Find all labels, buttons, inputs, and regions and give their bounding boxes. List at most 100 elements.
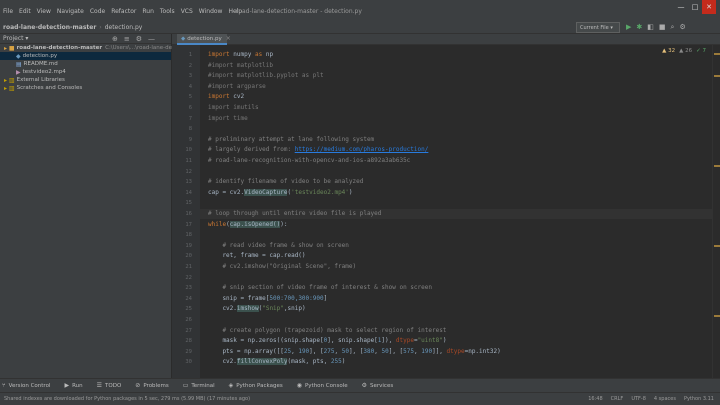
- code-line[interactable]: 19 # read video frame & show on screen: [185, 241, 712, 251]
- collapse-all-icon[interactable]: ≡: [124, 35, 130, 43]
- code-token: "uint8": [417, 337, 443, 345]
- code-line[interactable]: 23 # snip section of video frame of inte…: [185, 283, 712, 293]
- code-line[interactable]: 29 pts = np.array([[25, 190], [275, 50],…: [185, 347, 712, 357]
- code-editor[interactable]: 1 import numpy as np 2 #import matplotlib 3 #…: [172, 45, 712, 378]
- toolwindow-problems[interactable]: ⊘ Problems: [133, 382, 168, 389]
- inspection-widget[interactable]: ▲ 32 ▲ 26 ✓ 7: [662, 48, 706, 54]
- code-token: ):: [280, 220, 288, 228]
- code-area[interactable]: 1 import numpy as np 2 #import matplotlib 3 #…: [185, 45, 712, 378]
- line-separator[interactable]: CRLF: [611, 396, 624, 402]
- code-line[interactable]: 13 # identify filename of video to be ana…: [185, 177, 712, 187]
- tree-item-label: road-lane-detection-master: [16, 45, 103, 51]
- breadcrumb-project[interactable]: road-lane-detection-master: [0, 24, 96, 31]
- menu-view[interactable]: View: [34, 8, 54, 15]
- line-number: 29: [185, 348, 192, 355]
- toolwindow-services[interactable]: ⚙ Services: [360, 382, 394, 389]
- menu-window[interactable]: Window: [196, 8, 226, 15]
- code-line[interactable]: 24 snip = frame[500:700,300:900]: [185, 294, 712, 304]
- options-icon[interactable]: ⚙: [136, 35, 142, 43]
- menu-refactor[interactable]: Refactor: [108, 8, 139, 15]
- menu-run[interactable]: Run: [139, 8, 157, 15]
- menu-tools[interactable]: Tools: [157, 8, 178, 15]
- code-line[interactable]: 21 # cv2.imshow("Original Scene", frame): [185, 262, 712, 272]
- maximize-icon[interactable]: □: [688, 0, 702, 14]
- code-token: cap.isOpened(): [229, 220, 281, 228]
- tab-detection-py[interactable]: ◆ detection.py ×: [177, 34, 231, 45]
- tree-item-detection-py[interactable]: ◆ detection.py: [0, 52, 171, 60]
- minimize-icon[interactable]: —: [674, 0, 688, 14]
- code-line[interactable]: 5 import cv2: [189, 92, 712, 102]
- menu-navigate[interactable]: Navigate: [54, 8, 87, 15]
- code-line[interactable]: 4 #import argparse: [189, 82, 712, 92]
- search-icon[interactable]: ⌕: [671, 23, 675, 32]
- code-line[interactable]: 9 # preliminary attempt at lane following…: [189, 135, 712, 145]
- run-icon[interactable]: ▶: [626, 23, 631, 32]
- code-token: 275: [323, 347, 335, 355]
- file-encoding[interactable]: UTF-8: [631, 396, 646, 402]
- code-token: # create polygon (trapezoid) mask to sel…: [208, 326, 447, 334]
- locate-icon[interactable]: ⊕: [112, 35, 118, 43]
- hide-icon[interactable]: —: [148, 35, 155, 43]
- toolwindow-version-control[interactable]: ⑂ Version Control: [0, 382, 50, 389]
- code-text: import cv2: [208, 92, 244, 102]
- menu-file[interactable]: File: [0, 8, 16, 15]
- code-line[interactable]: 10 # largely derived from: https://medium…: [185, 145, 712, 155]
- code-line[interactable]: 7 import time: [189, 114, 712, 124]
- tab-close-icon[interactable]: ×: [226, 35, 231, 42]
- breadcrumb-file[interactable]: detection.py: [105, 24, 143, 31]
- run-configuration-dropdown[interactable]: Current File ▾: [576, 22, 620, 33]
- tree-item-readme-md[interactable]: ▤ README.md: [0, 60, 171, 68]
- project-view-dropdown[interactable]: Project ▾: [3, 35, 28, 42]
- tree-item-testvideo2-mp4[interactable]: ▶ testvideo2.mp4: [0, 68, 171, 76]
- code-line[interactable]: 28 mask = np.zeros((snip.shape[0], snip.…: [185, 336, 712, 346]
- menu-vcs[interactable]: VCS: [178, 8, 196, 15]
- code-line[interactable]: 15: [185, 198, 712, 208]
- code-line[interactable]: 12: [185, 167, 712, 177]
- toolwindow-todo[interactable]: ☰ TODO: [95, 382, 122, 389]
- code-token: # snip section of video frame of interes…: [208, 284, 432, 292]
- toolwindow-run[interactable]: ▶ Run: [62, 382, 82, 389]
- code-line[interactable]: 25 cv2.imshow("Snip",snip): [185, 304, 712, 314]
- stop-icon[interactable]: ■: [659, 23, 666, 32]
- code-line[interactable]: 8: [189, 124, 712, 134]
- code-line[interactable]: 6 import imutils: [189, 103, 712, 113]
- code-token: 50: [341, 347, 349, 355]
- menu-edit[interactable]: Edit: [16, 8, 34, 15]
- python-interpreter[interactable]: Python 3.11: [684, 396, 714, 402]
- indent-setting[interactable]: 4 spaces: [654, 396, 676, 402]
- code-line[interactable]: 27 # create polygon (trapezoid) mask to …: [185, 326, 712, 336]
- code-token: VideoCapture: [244, 188, 288, 196]
- code-line[interactable]: 26: [185, 315, 712, 325]
- code-line[interactable]: 3 #import matplotlib.pyplot as plt: [189, 71, 712, 81]
- code-line[interactable]: 30 cv2.fillConvexPoly(mask, pts, 255): [185, 357, 712, 367]
- code-line[interactable]: 18: [185, 230, 712, 240]
- line-number: 10: [185, 147, 192, 154]
- settings-icon[interactable]: ⚙: [679, 23, 685, 32]
- code-line[interactable]: 16 # loop through until entire video file…: [185, 209, 712, 219]
- tree-item-label: Scratches and Consoles: [16, 85, 83, 91]
- toolwindow-python-console[interactable]: ◉ Python Console: [295, 382, 348, 389]
- toolwindow-python-packages[interactable]: ◈ Python Packages: [227, 382, 283, 389]
- code-line[interactable]: 14 cap = cv2.VideoCapture('testvideo2.mp4…: [185, 188, 712, 198]
- code-token: 255: [330, 358, 342, 366]
- code-line[interactable]: 22: [185, 273, 712, 283]
- status-message[interactable]: Shared indexes are downloaded for Python…: [0, 396, 250, 402]
- code-line[interactable]: 20 ret, frame = cap.read(): [185, 251, 712, 261]
- toolwindow-terminal[interactable]: ▭ Terminal: [181, 382, 215, 389]
- caret-position[interactable]: 16:48: [588, 396, 602, 402]
- tree-item-road-lane-detection-master[interactable]: ▸ ■ road-lane-detection-master C:\Users\..…: [0, 44, 212, 52]
- editor-scrollbar[interactable]: [712, 45, 720, 378]
- code-line[interactable]: 17 while(cap.isOpened()):: [185, 220, 712, 230]
- coverage-icon[interactable]: ◧: [647, 23, 654, 32]
- code-line[interactable]: 1 import numpy as np: [189, 50, 712, 60]
- code-token: ): [348, 188, 353, 196]
- code-line[interactable]: 11 # road-lane-recognition-with-opencv-an…: [185, 156, 712, 166]
- close-icon[interactable]: ✕: [702, 0, 716, 14]
- tree-item-external-libraries[interactable]: ▸ ▥ External Libraries: [0, 76, 171, 84]
- menu-code[interactable]: Code: [87, 8, 108, 15]
- code-line[interactable]: 2 #import matplotlib: [189, 61, 712, 71]
- code-token: import imutils: [208, 104, 259, 111]
- tree-item-scratches-and-consoles[interactable]: ▸ ▥ Scratches and Consoles: [0, 84, 171, 92]
- debug-icon[interactable]: ✱: [636, 23, 642, 32]
- code-text: mask = np.zeros((snip.shape[0], snip.sha…: [208, 336, 446, 346]
